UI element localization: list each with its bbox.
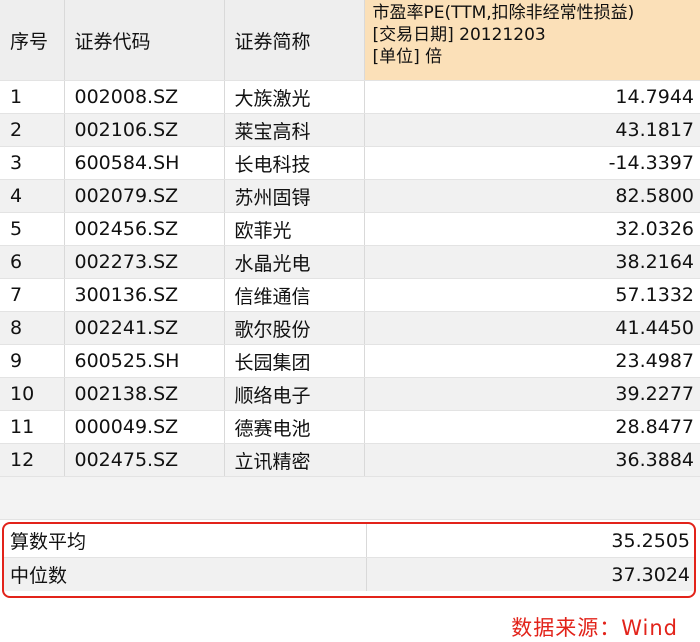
header-index: 序号 xyxy=(0,0,64,81)
mean-value: 35.2505 xyxy=(366,524,694,558)
header-pe-title: 市盈率PE(TTM,扣除非经常性损益) xyxy=(373,2,700,24)
row-index: 4 xyxy=(0,180,64,213)
row-index: 8 xyxy=(0,312,64,345)
row-pe: 23.4987 xyxy=(364,345,700,378)
row-name: 苏州固锝 xyxy=(224,180,364,213)
row-name: 顺络电子 xyxy=(224,378,364,411)
median-label: 中位数 xyxy=(4,558,366,592)
summary-box: 算数平均 35.2505 中位数 37.3024 xyxy=(2,522,696,598)
blank-row xyxy=(0,477,700,520)
row-code: 600584.SH xyxy=(64,147,224,180)
row-index: 3 xyxy=(0,147,64,180)
row-code: 002079.SZ xyxy=(64,180,224,213)
row-name: 水晶光电 xyxy=(224,246,364,279)
row-code: 002008.SZ xyxy=(64,81,224,114)
row-code: 300136.SZ xyxy=(64,279,224,312)
row-name: 欧菲光 xyxy=(224,213,364,246)
row-name: 歌尔股份 xyxy=(224,312,364,345)
row-pe: -14.3397 xyxy=(364,147,700,180)
row-index: 5 xyxy=(0,213,64,246)
header-row: 序号 证券代码 证券简称 市盈率PE(TTM,扣除非经常性损益) [交易日期] … xyxy=(0,0,700,81)
row-pe: 82.5800 xyxy=(364,180,700,213)
table-row: 9600525.SH长园集团23.4987 xyxy=(0,345,700,378)
row-pe: 39.2277 xyxy=(364,378,700,411)
row-code: 600525.SH xyxy=(64,345,224,378)
row-name: 长电科技 xyxy=(224,147,364,180)
table-row: 2002106.SZ莱宝高科43.1817 xyxy=(0,114,700,147)
row-code: 002475.SZ xyxy=(64,444,224,477)
row-pe: 38.2164 xyxy=(364,246,700,279)
table-row: 4002079.SZ苏州固锝82.5800 xyxy=(0,180,700,213)
row-pe: 57.1332 xyxy=(364,279,700,312)
row-index: 12 xyxy=(0,444,64,477)
header-code: 证券代码 xyxy=(64,0,224,81)
table-row: 11000049.SZ德赛电池28.8477 xyxy=(0,411,700,444)
row-pe: 36.3884 xyxy=(364,444,700,477)
header-pe-date: [交易日期] 20121203 xyxy=(373,24,700,46)
row-index: 11 xyxy=(0,411,64,444)
row-code: 002106.SZ xyxy=(64,114,224,147)
table-row: 8002241.SZ歌尔股份41.4450 xyxy=(0,312,700,345)
row-index: 2 xyxy=(0,114,64,147)
pe-ratio-sheet: 序号 证券代码 证券简称 市盈率PE(TTM,扣除非经常性损益) [交易日期] … xyxy=(0,0,700,520)
table-row: 6002273.SZ水晶光电38.2164 xyxy=(0,246,700,279)
header-name: 证券简称 xyxy=(224,0,364,81)
row-pe: 32.0326 xyxy=(364,213,700,246)
summary-row-mean: 算数平均 35.2505 xyxy=(4,524,694,558)
row-code: 000049.SZ xyxy=(64,411,224,444)
row-index: 10 xyxy=(0,378,64,411)
stock-table: 序号 证券代码 证券简称 市盈率PE(TTM,扣除非经常性损益) [交易日期] … xyxy=(0,0,700,477)
median-value: 37.3024 xyxy=(366,558,694,592)
row-name: 信维通信 xyxy=(224,279,364,312)
row-name: 莱宝高科 xyxy=(224,114,364,147)
row-pe: 14.7944 xyxy=(364,81,700,114)
table-row: 5002456.SZ欧菲光32.0326 xyxy=(0,213,700,246)
summary-table: 算数平均 35.2505 中位数 37.3024 xyxy=(4,524,694,591)
table-row: 1002008.SZ大族激光14.7944 xyxy=(0,81,700,114)
row-pe: 43.1817 xyxy=(364,114,700,147)
row-pe: 41.4450 xyxy=(364,312,700,345)
table-row: 12002475.SZ立讯精密36.3884 xyxy=(0,444,700,477)
row-pe: 28.8477 xyxy=(364,411,700,444)
row-name: 立讯精密 xyxy=(224,444,364,477)
summary-row-median: 中位数 37.3024 xyxy=(4,558,694,592)
row-index: 6 xyxy=(0,246,64,279)
row-name: 长园集团 xyxy=(224,345,364,378)
row-index: 9 xyxy=(0,345,64,378)
row-name: 大族激光 xyxy=(224,81,364,114)
row-name: 德赛电池 xyxy=(224,411,364,444)
data-source-note: 数据来源：Wind xyxy=(511,612,678,642)
mean-label: 算数平均 xyxy=(4,524,366,558)
row-index: 7 xyxy=(0,279,64,312)
row-code: 002456.SZ xyxy=(64,213,224,246)
row-code: 002241.SZ xyxy=(64,312,224,345)
row-code: 002138.SZ xyxy=(64,378,224,411)
table-row: 10002138.SZ顺络电子39.2277 xyxy=(0,378,700,411)
header-pe: 市盈率PE(TTM,扣除非经常性损益) [交易日期] 20121203 [单位]… xyxy=(364,0,700,81)
table-row: 3600584.SH长电科技-14.3397 xyxy=(0,147,700,180)
header-pe-unit: [单位] 倍 xyxy=(373,46,700,68)
row-code: 002273.SZ xyxy=(64,246,224,279)
row-index: 1 xyxy=(0,81,64,114)
table-row: 7300136.SZ信维通信57.1332 xyxy=(0,279,700,312)
